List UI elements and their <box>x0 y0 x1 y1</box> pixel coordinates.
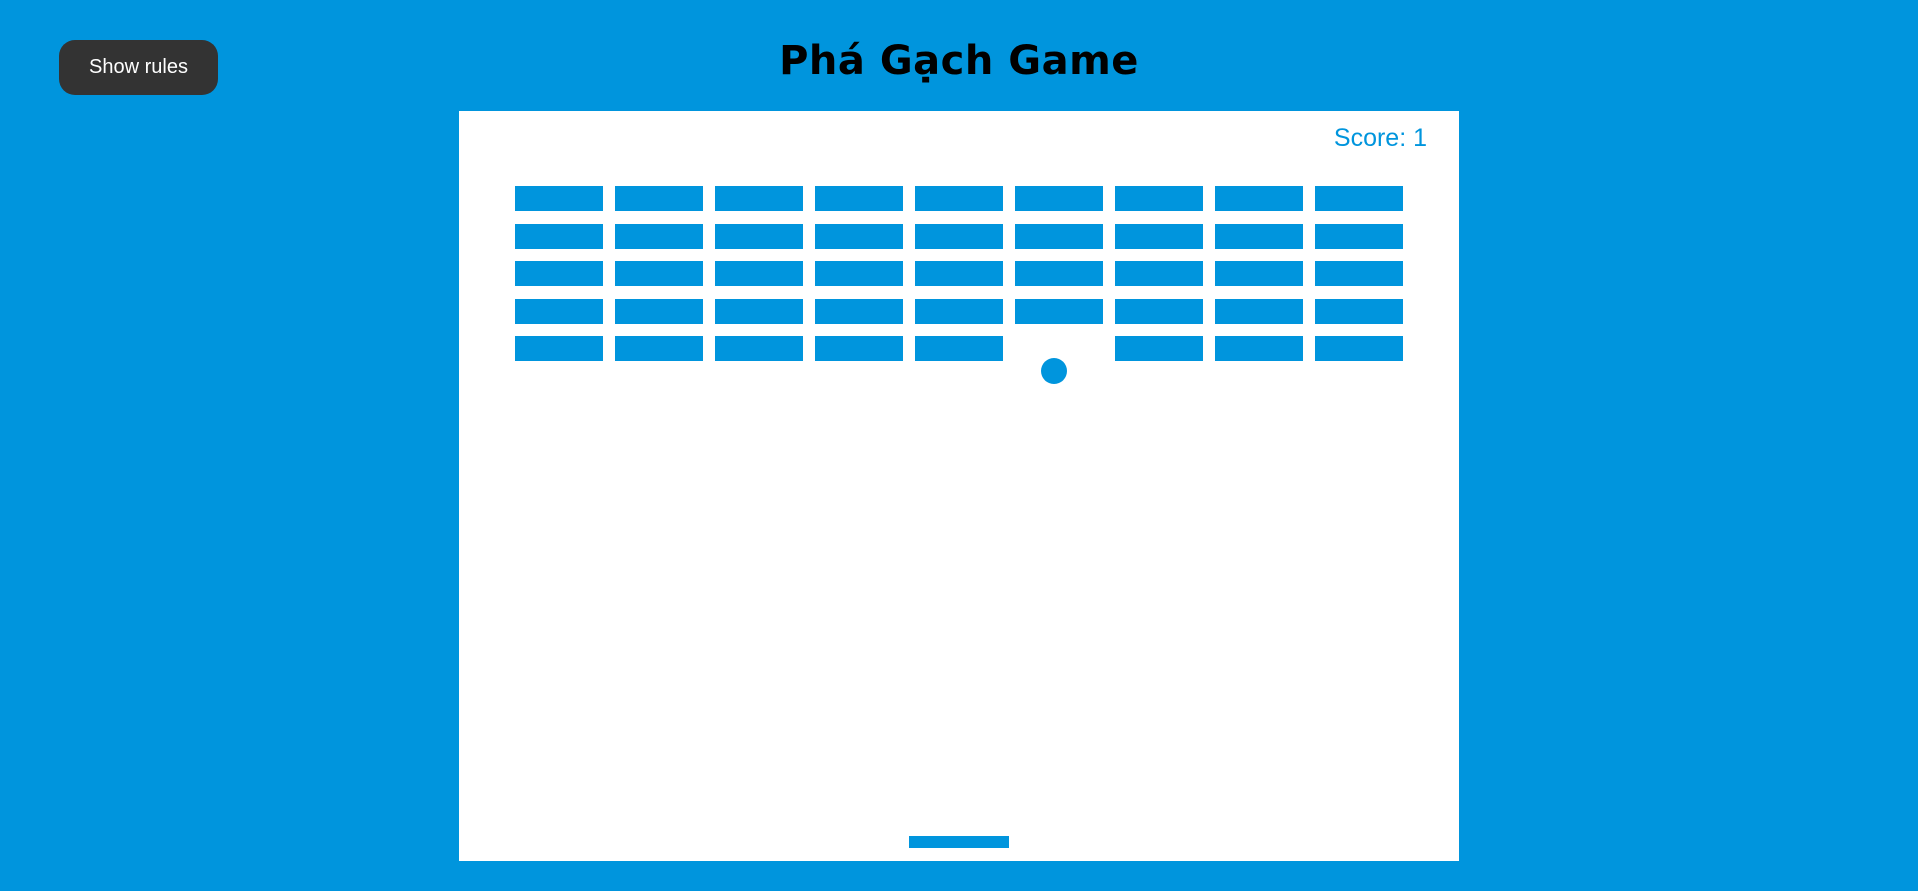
ball <box>1041 358 1067 384</box>
score-display: Score: 1 <box>1333 124 1427 152</box>
brick <box>515 186 603 211</box>
brick <box>615 261 703 286</box>
brick <box>615 223 703 249</box>
brick <box>1015 186 1103 211</box>
brick <box>1315 298 1403 324</box>
brick <box>1215 298 1303 324</box>
brick <box>915 298 1003 324</box>
brick <box>1115 223 1203 249</box>
brick <box>1215 336 1303 361</box>
brick <box>1115 186 1203 211</box>
game-canvas[interactable]: Score: 1 <box>459 111 1459 861</box>
brick <box>815 261 903 286</box>
brick <box>915 186 1003 211</box>
brick <box>715 223 803 249</box>
brick <box>615 186 703 211</box>
brick <box>815 223 903 249</box>
brick <box>1115 298 1203 324</box>
brick <box>515 261 603 286</box>
brick <box>1015 223 1103 249</box>
brick <box>515 336 603 361</box>
brick <box>715 261 803 286</box>
brick <box>815 298 903 324</box>
brick <box>615 336 703 361</box>
brick <box>615 298 703 324</box>
brick <box>1215 261 1303 286</box>
brick <box>1015 261 1103 286</box>
brick <box>915 223 1003 249</box>
brick <box>1115 261 1203 286</box>
brick <box>815 336 903 361</box>
brick <box>715 336 803 361</box>
brick <box>1315 186 1403 211</box>
brick <box>715 186 803 211</box>
brick <box>1315 223 1403 249</box>
brick <box>915 261 1003 286</box>
brick <box>1015 298 1103 324</box>
brick <box>515 223 603 249</box>
brick <box>715 298 803 324</box>
page-title: Phá Gạch Game <box>779 38 1139 84</box>
brick <box>1215 186 1303 211</box>
brick <box>1215 223 1303 249</box>
brick <box>915 336 1003 361</box>
brick <box>1315 261 1403 286</box>
paddle[interactable] <box>909 836 1009 848</box>
brick <box>815 186 903 211</box>
brick <box>1115 336 1203 361</box>
brick <box>1315 336 1403 361</box>
brick <box>515 298 603 324</box>
